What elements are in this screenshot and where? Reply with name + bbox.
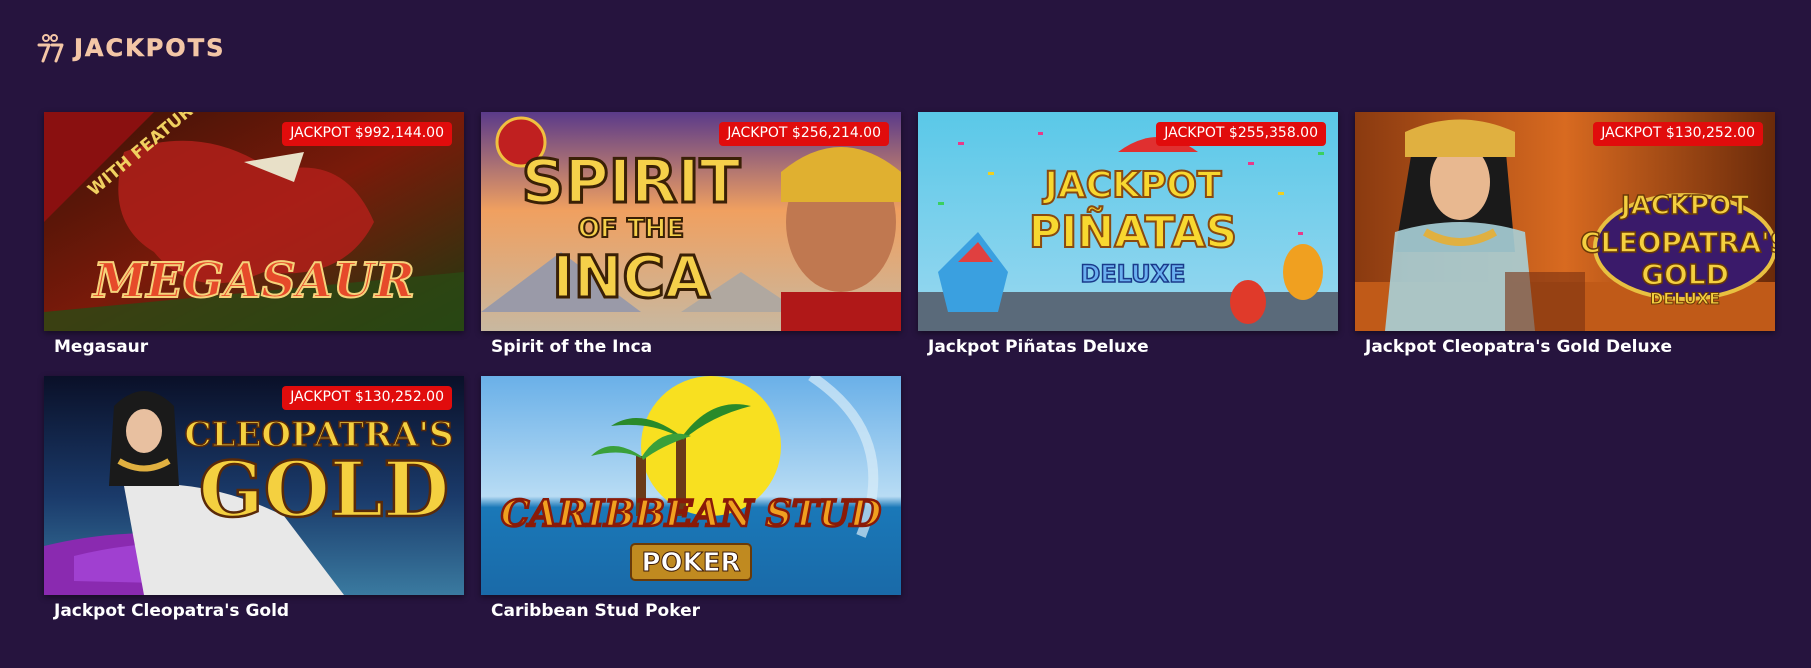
art-logo-text: SPIRIT xyxy=(522,147,741,217)
game-title[interactable]: Jackpot Cleopatra's Gold xyxy=(44,601,464,621)
game-card-megasaur[interactable]: WITH FEATURE GUARANTEE MEGASAUR JACKPOT … xyxy=(44,112,464,376)
game-thumbnail[interactable]: JACKPOT CLEOPATRA'S GOLD DELUXE JACKPOT … xyxy=(1355,112,1775,331)
jackpot-badge: JACKPOT $130,252.00 xyxy=(282,386,452,410)
art-logo-text-3: GOLD xyxy=(1641,258,1729,291)
games-grid: WITH FEATURE GUARANTEE MEGASAUR JACKPOT … xyxy=(44,112,1775,640)
game-card-spirit-of-the-inca[interactable]: SPIRIT OF THE INCA JACKPOT $256,214.00 S… xyxy=(481,112,901,376)
game-thumbnail[interactable]: CLEOPATRA'S GOLD JACKPOT $130,252.00 xyxy=(44,376,464,595)
game-card-jackpot-pinatas-deluxe[interactable]: JACKPOT PIÑATAS DELUXE JACKPOT $255,358.… xyxy=(918,112,1338,376)
header: JACKPOTS xyxy=(36,30,225,66)
jackpot-badge: JACKPOT $130,252.00 xyxy=(1593,122,1763,146)
game-title[interactable]: Jackpot Piñatas Deluxe xyxy=(918,337,1338,357)
art-logo-text-2: OF THE xyxy=(578,214,684,244)
game-card-caribbean-stud-poker[interactable]: CARIBBEAN STUD POKER Caribbean Stud Poke… xyxy=(481,376,901,640)
game-card-jackpot-cleopatras-gold-deluxe[interactable]: JACKPOT CLEOPATRA'S GOLD DELUXE JACKPOT … xyxy=(1355,112,1775,376)
art-logo-text-3: DELUXE xyxy=(1080,260,1185,288)
art-logo-text-2: POKER xyxy=(641,548,740,578)
jackpot-badge: JACKPOT $992,144.00 xyxy=(282,122,452,146)
art-logo-text: MEGASAUR xyxy=(91,253,415,309)
caribbean-stud-poker-art: CARIBBEAN STUD POKER xyxy=(481,376,901,595)
jackpot-badge: JACKPOT $256,214.00 xyxy=(719,122,889,146)
art-logo-text: JACKPOT xyxy=(1619,191,1749,221)
game-thumbnail[interactable]: JACKPOT PIÑATAS DELUXE JACKPOT $255,358.… xyxy=(918,112,1338,331)
art-logo-text-2: CLEOPATRA'S xyxy=(1580,226,1775,259)
art-logo-text-2: GOLD xyxy=(199,445,449,534)
art-logo-text-2: PIÑATAS xyxy=(1029,205,1237,258)
game-title[interactable]: Caribbean Stud Poker xyxy=(481,601,901,621)
sevens-icon xyxy=(36,32,68,64)
game-thumbnail[interactable]: CARIBBEAN STUD POKER xyxy=(481,376,901,595)
game-title[interactable]: Jackpot Cleopatra's Gold Deluxe xyxy=(1355,337,1775,357)
art-logo-text: JACKPOT xyxy=(1041,165,1222,206)
game-title[interactable]: Spirit of the Inca xyxy=(481,337,901,357)
game-thumbnail[interactable]: SPIRIT OF THE INCA JACKPOT $256,214.00 xyxy=(481,112,901,331)
jackpot-badge: JACKPOT $255,358.00 xyxy=(1156,122,1326,146)
art-logo-text-4: DELUXE xyxy=(1650,289,1720,308)
art-logo-text-3: INCA xyxy=(552,243,710,311)
jackpots-page: JACKPOTS MEGASAUR JACKPOT $992,144.00 Me… xyxy=(0,0,1811,668)
game-thumbnail[interactable]: WITH FEATURE GUARANTEE MEGASAUR JACKPOT … xyxy=(44,112,464,331)
page-title: JACKPOTS xyxy=(74,34,226,63)
art-logo-text: CARIBBEAN STUD xyxy=(501,493,881,535)
game-card-jackpot-cleopatras-gold[interactable]: CLEOPATRA'S GOLD JACKPOT $130,252.00 Jac… xyxy=(44,376,464,640)
game-title[interactable]: Megasaur xyxy=(44,337,464,357)
